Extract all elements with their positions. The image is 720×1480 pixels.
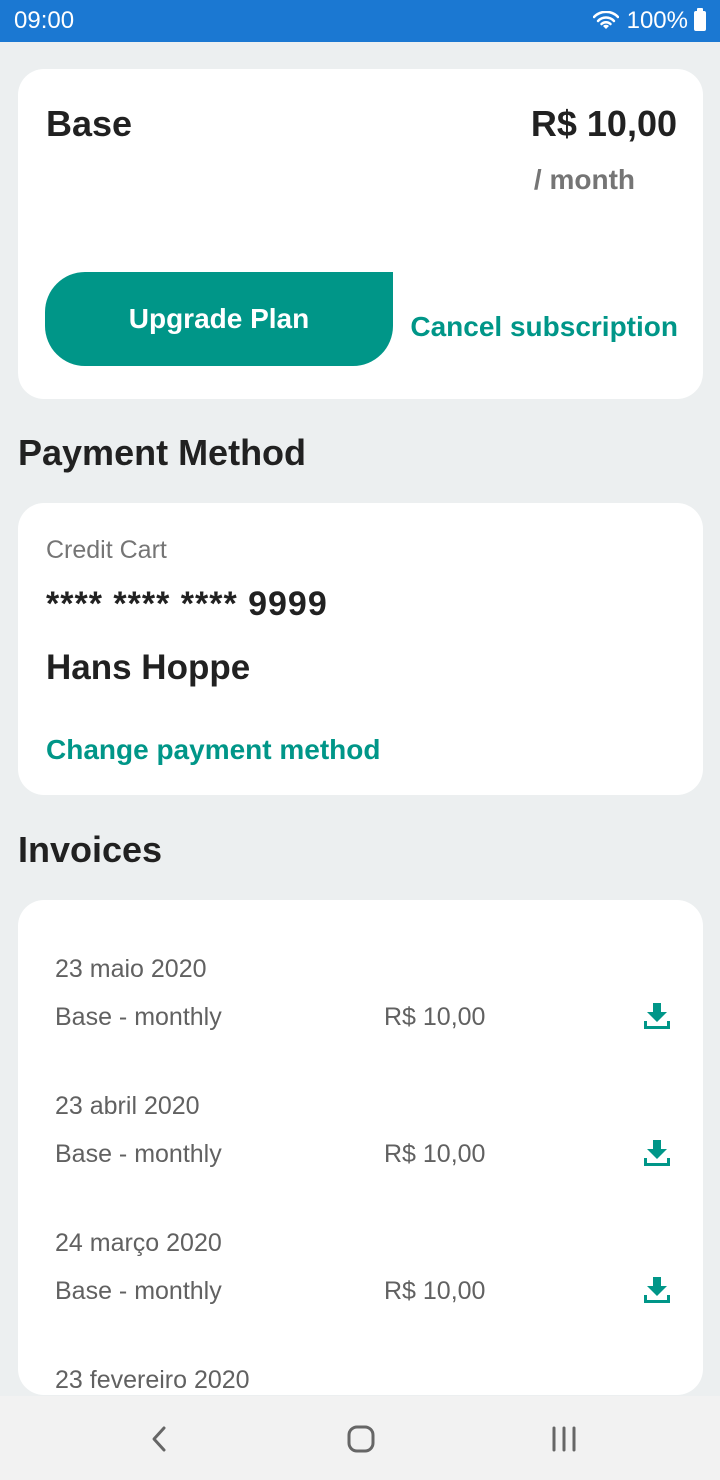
invoice-amount: R$ 10,00 xyxy=(384,1003,486,1031)
plan-price: R$ 10,00 xyxy=(530,103,677,144)
change-payment-method-button[interactable]: Change payment method xyxy=(46,734,380,766)
wifi-icon xyxy=(592,11,619,29)
download-icon[interactable] xyxy=(642,1001,672,1031)
home-icon[interactable] xyxy=(346,1424,376,1454)
recents-icon[interactable] xyxy=(549,1424,579,1454)
invoice-date: 23 abril 2020 xyxy=(55,1092,200,1120)
invoice-description: Base - monthly xyxy=(55,1140,222,1168)
card-type: Credit Cart xyxy=(46,536,167,564)
plan-period: / month xyxy=(533,164,635,195)
invoice-date: 23 maio 2020 xyxy=(55,955,207,983)
payment-card: Credit Cart **** **** **** 9999 Hans Hop… xyxy=(18,503,703,795)
invoices-list: 23 maio 2020 Base - monthly R$ 10,00 23 … xyxy=(18,900,703,1395)
payment-method-title: Payment Method xyxy=(18,432,307,473)
upgrade-plan-button[interactable]: Upgrade Plan xyxy=(45,272,393,366)
status-right: 100% xyxy=(592,7,706,35)
navigation-bar xyxy=(0,1396,720,1480)
invoices-title: Invoices xyxy=(18,829,163,870)
invoice-date: 24 março 2020 xyxy=(55,1229,222,1257)
status-time: 09:00 xyxy=(14,7,75,34)
plan-name: Base xyxy=(46,103,133,144)
back-icon[interactable] xyxy=(145,1424,175,1454)
download-icon[interactable] xyxy=(642,1275,672,1305)
invoice-amount: R$ 10,00 xyxy=(384,1277,486,1305)
invoice-date: 23 fevereiro 2020 xyxy=(55,1366,250,1394)
invoice-row: 24 março 2020 Base - monthly R$ 10,00 xyxy=(18,1189,703,1326)
invoice-row: 23 fevereiro 2020 xyxy=(18,1326,703,1395)
battery-level: 100% xyxy=(626,7,688,34)
status-bar: 09:00 100% xyxy=(0,0,720,42)
invoice-row: 23 maio 2020 Base - monthly R$ 10,00 xyxy=(18,915,703,1052)
invoice-description: Base - monthly xyxy=(55,1003,222,1031)
invoice-amount: R$ 10,00 xyxy=(384,1140,486,1168)
card-number: **** **** **** 9999 xyxy=(46,585,328,623)
download-icon[interactable] xyxy=(642,1138,672,1168)
invoice-row: 23 abril 2020 Base - monthly R$ 10,00 xyxy=(18,1052,703,1189)
cancel-subscription-button[interactable]: Cancel subscription xyxy=(410,311,678,343)
invoice-description: Base - monthly xyxy=(55,1277,222,1305)
battery-icon xyxy=(694,8,706,31)
plan-card: Base R$ 10,00 / month Upgrade Plan Cance… xyxy=(18,69,703,399)
card-holder: Hans Hoppe xyxy=(46,648,251,687)
